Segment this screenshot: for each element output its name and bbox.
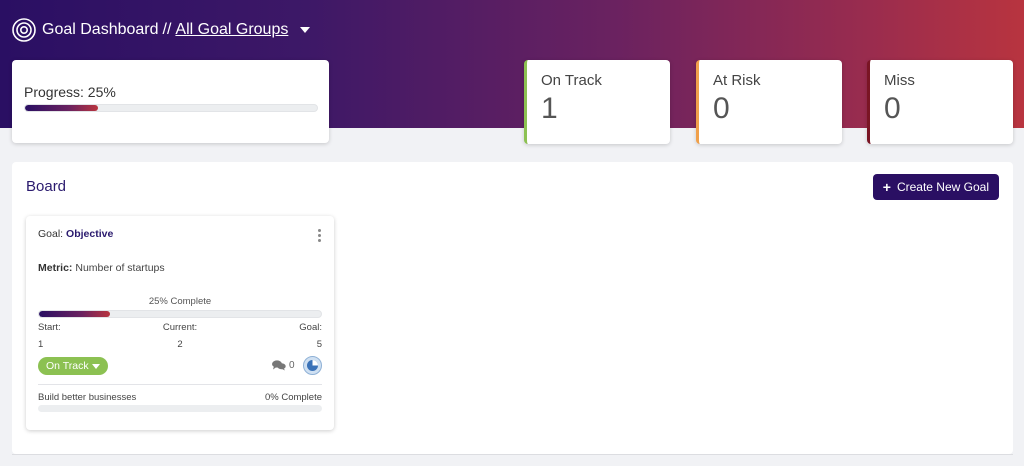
at-risk-title: At Risk xyxy=(713,72,761,89)
goal-name[interactable]: Objective xyxy=(66,228,113,240)
progress-bar-fill xyxy=(25,105,98,111)
progress-bar xyxy=(24,104,318,112)
on-track-count: 1 xyxy=(541,92,558,125)
status-label: On Track xyxy=(46,360,89,372)
progress-label: Progress: 25% xyxy=(24,84,116,100)
chevron-down-icon xyxy=(91,363,100,369)
status-dropdown[interactable]: On Track xyxy=(38,357,108,375)
goal-value: 5 xyxy=(316,339,322,350)
goal-title: Goal: Objective xyxy=(38,228,113,240)
board-panel: Board + Create New Goal Goal: Objective … xyxy=(12,162,1013,454)
metric-prefix: Metric: xyxy=(38,262,73,274)
overall-progress-card: Progress: 25% xyxy=(12,60,329,143)
goal-group-selector[interactable]: All Goal Groups xyxy=(175,21,288,39)
start-label: Start: xyxy=(38,322,61,333)
target-icon[interactable] xyxy=(12,18,36,42)
breadcrumb-separator: // xyxy=(162,21,172,38)
comment-count: 0 xyxy=(289,360,295,371)
top-navigation: Goal Dashboard // All Goal Groups xyxy=(12,18,311,42)
plus-icon: + xyxy=(882,179,891,195)
goal-complete-text: 25% Complete xyxy=(148,296,212,307)
at-risk-card[interactable]: At Risk 0 xyxy=(696,60,842,144)
history-clock-icon[interactable] xyxy=(303,356,322,375)
current-label: Current: xyxy=(162,322,198,333)
sub-goal-progress-bar xyxy=(38,405,322,412)
goal-metric: Metric: Number of startups xyxy=(38,262,165,274)
on-track-card[interactable]: On Track 1 xyxy=(524,60,670,144)
goal-card[interactable]: Goal: Objective Metric: Number of startu… xyxy=(26,216,334,430)
comments-button[interactable]: 0 xyxy=(272,360,295,371)
card-divider xyxy=(38,384,322,385)
goal-value-labels: Start: Current: Goal: xyxy=(38,322,322,333)
sub-goal-complete-text: 0% Complete xyxy=(264,392,322,403)
board-title: Board xyxy=(26,178,67,195)
comments-icon xyxy=(272,360,286,371)
on-track-title: On Track xyxy=(541,72,602,89)
goal-prefix: Goal: xyxy=(38,228,64,240)
clock-icon xyxy=(307,360,318,371)
miss-card[interactable]: Miss 0 xyxy=(867,60,1013,144)
page-title: Goal Dashboard xyxy=(42,21,159,38)
current-value: 2 xyxy=(177,339,183,350)
chevron-down-icon[interactable] xyxy=(300,27,311,33)
at-risk-count: 0 xyxy=(713,92,730,125)
goal-progress-bar xyxy=(38,310,322,318)
more-options-icon[interactable] xyxy=(318,229,322,242)
start-value: 1 xyxy=(38,339,44,350)
goal-label: Goal: xyxy=(299,322,322,333)
sub-goal-name[interactable]: Build better businesses xyxy=(38,392,136,403)
page-bottom-divider xyxy=(12,454,1013,455)
sub-goal-row: Build better businesses 0% Complete xyxy=(38,392,322,403)
miss-title: Miss xyxy=(884,72,915,89)
goal-progress-fill xyxy=(39,311,110,317)
miss-count: 0 xyxy=(884,92,901,125)
metric-name: Number of startups xyxy=(75,262,165,274)
goal-values: 1 2 5 xyxy=(38,339,322,350)
create-new-goal-label: Create New Goal xyxy=(896,180,989,194)
create-new-goal-button[interactable]: + Create New Goal xyxy=(872,174,999,200)
